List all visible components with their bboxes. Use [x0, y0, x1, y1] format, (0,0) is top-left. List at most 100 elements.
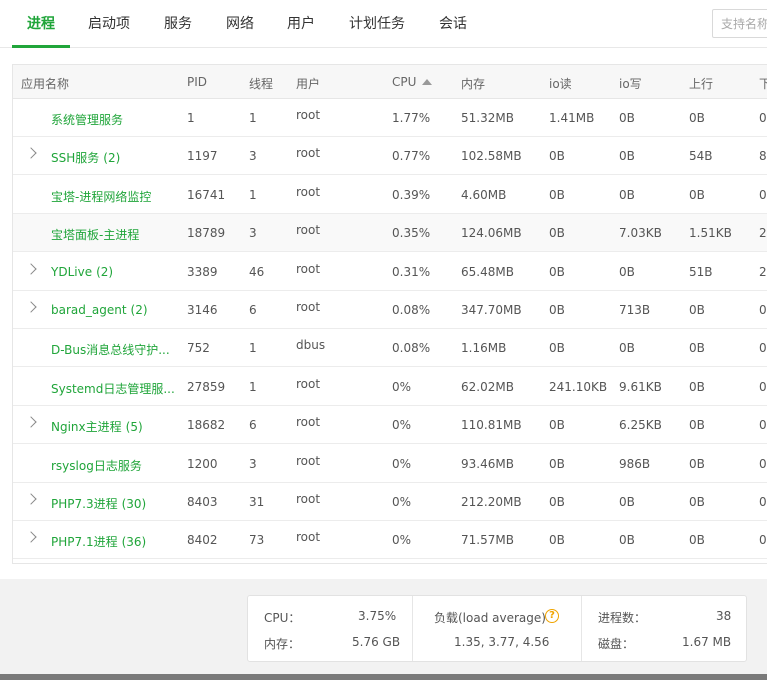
cpu-stat-label: CPU： [264, 611, 301, 625]
process-name-text: SSH服务 [51, 151, 100, 166]
cell-upload: 0B [689, 418, 705, 433]
chevron-right-icon[interactable] [25, 531, 37, 544]
disk-stat-value: 1.67 MB [682, 635, 732, 649]
cell-user: root [296, 223, 321, 238]
search-input[interactable] [712, 9, 767, 38]
header-user[interactable]: 用户 [296, 75, 320, 92]
cell-user: root [296, 261, 321, 276]
table-row[interactable]: D-Bus消息总线守护... 752 1 dbus 0.08% 1.16MB 0B 0B 0B 0… [13, 329, 767, 368]
chevron-right-icon[interactable] [25, 416, 37, 428]
process-name[interactable]: SSH服务 (2) [51, 149, 120, 166]
cell-pid: 752 [187, 341, 210, 356]
cell-cpu: 0.39% [392, 187, 431, 202]
cell-memory: 71.57MB [461, 533, 514, 548]
cell-io-write: 0B [619, 264, 635, 279]
cell-download: 0B [759, 418, 767, 433]
cell-pid: 3389 [187, 264, 218, 279]
header-memory[interactable]: 内存 [461, 75, 485, 92]
cell-io-write: 7.03KB [619, 226, 662, 241]
table-row[interactable]: rsyslog日志服务 1200 3 root 0% 93.46MB 0B 986B 0B 0B [13, 444, 767, 483]
table-row[interactable]: 宝塔-进程网络监控 16741 1 root 0.39% 4.60MB 0B 0B 0B 0B [13, 175, 767, 214]
table-header: 应用名称 PID 线程 用户 CPU 内存 io读 io写 上行 下 [13, 65, 767, 99]
process-name[interactable]: Systemd日志管理服... [51, 380, 175, 397]
cell-download: 0B [759, 495, 767, 509]
cell-cpu: 0.31% [392, 264, 431, 279]
process-name-text: 宝塔面板-主进程 [51, 228, 140, 243]
process-name[interactable]: YDLive (2) [51, 265, 113, 279]
table-row[interactable]: Nginx主进程 (5) 18682 6 root 0% 110.81MB 0B 6.25KB 0… [13, 406, 767, 445]
cell-pid: 18789 [187, 226, 226, 241]
chevron-right-icon[interactable] [25, 262, 37, 275]
cell-io-read: 0B [549, 418, 565, 433]
process-name[interactable]: 宝塔-进程网络监控 [51, 188, 151, 205]
header-name[interactable]: 应用名称 [21, 75, 69, 92]
child-process-count: (5) [125, 420, 143, 435]
cell-memory: 4.60MB [461, 187, 507, 202]
child-process-count: (2) [130, 303, 148, 317]
cpu-stat-value: 3.75% [358, 609, 397, 623]
header-upload[interactable]: 上行 [689, 75, 713, 92]
process-name[interactable]: Nginx主进程 (5) [51, 418, 143, 435]
cell-threads: 1 [249, 341, 257, 356]
process-name[interactable]: D-Bus消息总线守护... [51, 341, 170, 358]
cell-upload: 0B [689, 341, 705, 356]
cell-download: 0B [759, 111, 767, 125]
cell-upload: 54B [689, 149, 713, 164]
cell-io-read: 0B [549, 264, 565, 279]
help-icon[interactable]: ? [545, 609, 559, 623]
table-row[interactable]: PHP7.3进程(30) 8403 31 root 0% 212.20MB 0B 0B 0B 0B [13, 483, 767, 521]
table-row[interactable]: YDLive(2) 3389 46 root 0.31% 65.48MB 0B 0B 51B 20… [13, 252, 767, 291]
tab-processes[interactable]: 进程 [27, 13, 55, 48]
tab-services[interactable]: 服务 [164, 13, 192, 48]
header-threads[interactable]: 线程 [249, 75, 273, 92]
cell-pid: 16741 [187, 187, 226, 202]
process-name[interactable]: barad_agent (2) [51, 303, 148, 317]
disk-stat-label: 磁盘： [598, 637, 635, 651]
process-name[interactable]: 系统管理服务 [51, 111, 123, 128]
cell-upload: 51B [689, 264, 713, 279]
cell-io-write: 0B [619, 187, 635, 202]
header-io-write[interactable]: io写 [619, 75, 642, 92]
tab-scheduled-tasks[interactable]: 计划任务 [349, 13, 405, 48]
process-name[interactable]: PHP7.1进程 (36) [51, 533, 146, 550]
tab-startup[interactable]: 启动项 [88, 13, 130, 48]
child-process-count: (2) [96, 264, 114, 279]
table-row[interactable]: 宝塔面板-主进程 18789 3 root 0.35% 124.06MB 0B 7.03KB 1… [13, 214, 767, 253]
cell-cpu: 0% [392, 495, 412, 509]
header-cpu[interactable]: CPU [392, 75, 433, 89]
cell-threads: 31 [249, 495, 265, 509]
header-io-read[interactable]: io读 [549, 75, 572, 92]
table-row[interactable]: Systemd日志管理服... 27859 1 root 0% 62.02MB 241.10… [13, 367, 767, 406]
process-name[interactable]: rsyslog日志服务 [51, 457, 142, 474]
table-row[interactable]: SSH服务(2) 1197 3 root 0.77% 102.58MB 0B 0B 54B 83B [13, 137, 767, 176]
cell-cpu: 1.77% [392, 111, 431, 125]
cell-pid: 3146 [187, 303, 218, 317]
cell-pid: 27859 [187, 379, 226, 394]
table-row[interactable]: barad_agent (2) 3146 6 root 0.08% 347.70MB 0B 71… [13, 291, 767, 329]
header-pid[interactable]: PID [187, 75, 207, 89]
process-name[interactable]: 宝塔面板-主进程 [51, 226, 139, 243]
cell-io-read: 0B [549, 187, 565, 202]
header-download[interactable]: 下 [759, 75, 767, 92]
cell-upload: 0B [689, 495, 705, 509]
chevron-right-icon[interactable] [25, 493, 37, 505]
table-row[interactable]: 系统管理服务 1 1 root 1.77% 51.32MB 1.41MB 0B 0B 0B [13, 99, 767, 137]
cell-memory: 65.48MB [461, 264, 514, 279]
cell-io-read: 1.41MB [549, 111, 595, 125]
cell-io-write: 0B [619, 341, 635, 356]
chevron-right-icon[interactable] [25, 147, 37, 160]
process-name-text: 系统管理服务 [51, 113, 124, 127]
tab-sessions[interactable]: 会话 [439, 13, 467, 48]
cell-upload: 0B [689, 111, 705, 125]
load-average-label: 负载(load average) [434, 611, 546, 625]
chevron-right-icon[interactable] [25, 301, 37, 313]
tab-users[interactable]: 用户 [287, 13, 315, 48]
process-name-text: D-Bus消息总线守护... [51, 343, 170, 358]
cell-pid: 1197 [187, 149, 218, 164]
tab-network[interactable]: 网络 [226, 13, 254, 48]
process-name-text: 宝塔-进程网络监控 [51, 189, 152, 204]
table-row[interactable]: PHP7.1进程(36) 8402 73 root 0% 71.57MB 0B 0B 0B 0B [13, 521, 767, 560]
cell-threads: 3 [249, 149, 257, 164]
cell-cpu: 0% [392, 418, 412, 433]
process-name[interactable]: PHP7.3进程 (30) [51, 495, 146, 512]
